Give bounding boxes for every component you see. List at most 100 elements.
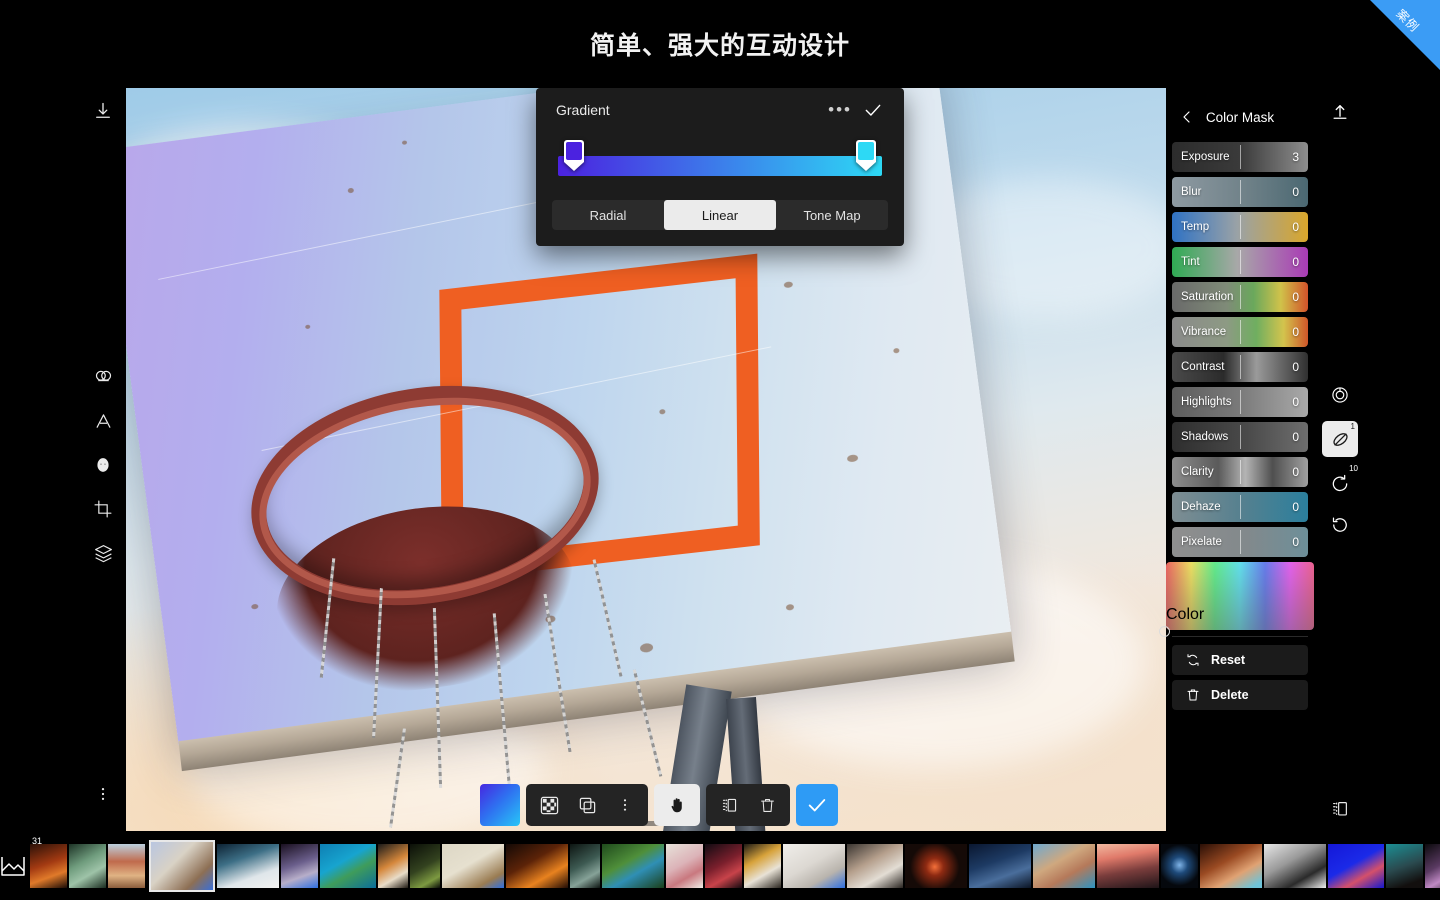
thumbnail-desert-sunset[interactable]	[1097, 844, 1159, 888]
thumbnail-curtain-white[interactable]	[783, 844, 845, 888]
adjust-icon[interactable]	[86, 360, 120, 394]
gradient-editor[interactable]	[554, 132, 886, 178]
crop-icon[interactable]	[86, 492, 120, 526]
text-icon[interactable]	[86, 404, 120, 438]
corner-ribbon[interactable]: 案例	[1370, 0, 1440, 70]
delete-button[interactable]: Delete	[1172, 680, 1308, 710]
download-icon[interactable]	[86, 94, 120, 128]
gradient-bar[interactable]	[558, 156, 882, 176]
slider-pixelate[interactable]: Pixelate 0	[1172, 527, 1308, 557]
segment-radial[interactable]: Radial	[552, 200, 664, 230]
compare-split-icon[interactable]	[1322, 791, 1358, 827]
gradient-stop-start[interactable]	[564, 140, 584, 171]
slider-label: Exposure	[1181, 151, 1230, 163]
thumbnail-pink-flowers[interactable]	[666, 844, 703, 888]
thumbnail-red-portrait[interactable]	[705, 844, 742, 888]
portrait-icon[interactable]	[86, 448, 120, 482]
thumbnail-forest-river[interactable]	[602, 844, 664, 888]
gradient-swatch-button[interactable]	[480, 784, 520, 826]
apply-check-icon[interactable]	[862, 99, 884, 121]
slider-exposure[interactable]: Exposure 3	[1172, 142, 1308, 172]
thumbnail-green-leaves[interactable]	[69, 844, 106, 888]
slider-value: 0	[1292, 500, 1299, 514]
thumbnail-red-light-dark[interactable]	[905, 844, 967, 888]
slider-clarity[interactable]: Clarity 0	[1172, 457, 1308, 487]
thumbnail-canyon-hands[interactable]	[1200, 844, 1262, 888]
slider-label: Tint	[1181, 256, 1200, 268]
adjustments-panel: Color Mask Exposure 3 Blur 0 Temp 0 Tint 0 Satur…	[1159, 88, 1314, 833]
thumbnail-food-plate[interactable]	[378, 844, 408, 888]
slider-saturation[interactable]: Saturation 0	[1172, 282, 1308, 312]
slider-value: 0	[1292, 255, 1299, 269]
reset-button[interactable]: Reset	[1172, 645, 1308, 675]
slider-value: 0	[1292, 465, 1299, 479]
gallery-button[interactable]: 31	[0, 836, 42, 894]
filmstrip[interactable]: 31	[0, 836, 1440, 894]
target-radial-icon[interactable]	[1322, 377, 1358, 413]
slider-label: Contrast	[1181, 361, 1225, 373]
more-vertical-icon[interactable]	[86, 777, 120, 811]
thumbnail-teal-rock[interactable]	[1386, 844, 1423, 888]
thumbnail-coast-waves[interactable]	[217, 844, 279, 888]
thumbnail-dark-leaves[interactable]	[410, 844, 440, 888]
thumbnail-spotlight-dark[interactable]	[1161, 844, 1198, 888]
share-upload-icon[interactable]	[1322, 94, 1358, 130]
slider-label: Highlights	[1181, 396, 1232, 408]
back-chevron-icon[interactable]	[1178, 108, 1196, 126]
thumbnail-woman-interior[interactable]	[847, 844, 903, 888]
thumbnail-city-buildings[interactable]	[108, 844, 145, 888]
slider-label: Saturation	[1181, 291, 1234, 303]
gradient-type-segmented: Radial Linear Tone Map	[552, 200, 888, 230]
photo-editor-app: 简单、强大的互动设计 案例 Gradient ••• Radial Linear…	[0, 0, 1440, 900]
slider-highlights[interactable]: Highlights 0	[1172, 387, 1308, 417]
thumbnail-purple-flower[interactable]	[1425, 844, 1440, 888]
thumbnail-night-sea[interactable]	[969, 844, 1031, 888]
trash-icon[interactable]	[750, 788, 784, 822]
thumbnail-palm-sunset[interactable]	[30, 844, 67, 888]
gradient-stop-end[interactable]	[856, 140, 876, 171]
slider-tint[interactable]: Tint 0	[1172, 247, 1308, 277]
slider-dehaze[interactable]: Dehaze 0	[1172, 492, 1308, 522]
thumbnail-jellyfish-blue[interactable]	[1328, 844, 1384, 888]
thumbnail-deer-minimal[interactable]	[442, 844, 504, 888]
gradient-mask-icon[interactable]: 1	[1322, 421, 1358, 457]
checkerboard-mask-icon[interactable]	[532, 788, 566, 822]
color-field-knob[interactable]	[1159, 626, 1170, 637]
segment-tone-map[interactable]: Tone Map	[776, 200, 888, 230]
thumbnail-storefront[interactable]	[744, 844, 781, 888]
slider-temp[interactable]: Temp 0	[1172, 212, 1308, 242]
slider-vibrance[interactable]: Vibrance 0	[1172, 317, 1308, 347]
hand-pan-icon[interactable]	[660, 788, 694, 822]
more-options-icon[interactable]: •••	[818, 100, 862, 120]
slider-value: 0	[1292, 360, 1299, 374]
thumbnail-palm-purple[interactable]	[281, 844, 318, 888]
mask-tools-group	[526, 784, 648, 826]
compare-split-icon[interactable]	[712, 788, 746, 822]
more-vertical-icon[interactable]	[608, 788, 642, 822]
popover-header: Gradient •••	[536, 88, 904, 132]
pan-tool-group	[654, 784, 700, 826]
slider-blur[interactable]: Blur 0	[1172, 177, 1308, 207]
thumbnail-window-frame[interactable]	[570, 844, 600, 888]
slider-contrast[interactable]: Contrast 0	[1172, 352, 1308, 382]
duplicate-layers-icon[interactable]	[570, 788, 604, 822]
image-stack-icon	[0, 854, 30, 878]
popover-title: Gradient	[556, 102, 610, 118]
slider-value: 0	[1292, 535, 1299, 549]
layers-icon[interactable]	[86, 536, 120, 570]
reset-history-icon[interactable]	[1322, 507, 1358, 543]
undo-10-icon[interactable]: 10	[1322, 464, 1358, 501]
delete-label: Delete	[1211, 688, 1249, 702]
segment-linear[interactable]: Linear	[664, 200, 776, 230]
confirm-edit-button[interactable]	[796, 784, 838, 826]
thumbnail-bokeh-fire[interactable]	[506, 844, 568, 888]
slider-label: Clarity	[1181, 466, 1214, 478]
thumbnail-island-aerial[interactable]	[320, 844, 376, 888]
compare-delete-group	[706, 784, 790, 826]
color-field-slider[interactable]: Color	[1159, 562, 1314, 637]
slider-shadows[interactable]: Shadows 0	[1172, 422, 1308, 452]
thumbnail-havana-street[interactable]	[1033, 844, 1095, 888]
left-toolbar	[80, 88, 126, 833]
thumbnail-boat-aerial[interactable]	[149, 840, 215, 892]
thumbnail-bw-peak[interactable]	[1264, 844, 1326, 888]
